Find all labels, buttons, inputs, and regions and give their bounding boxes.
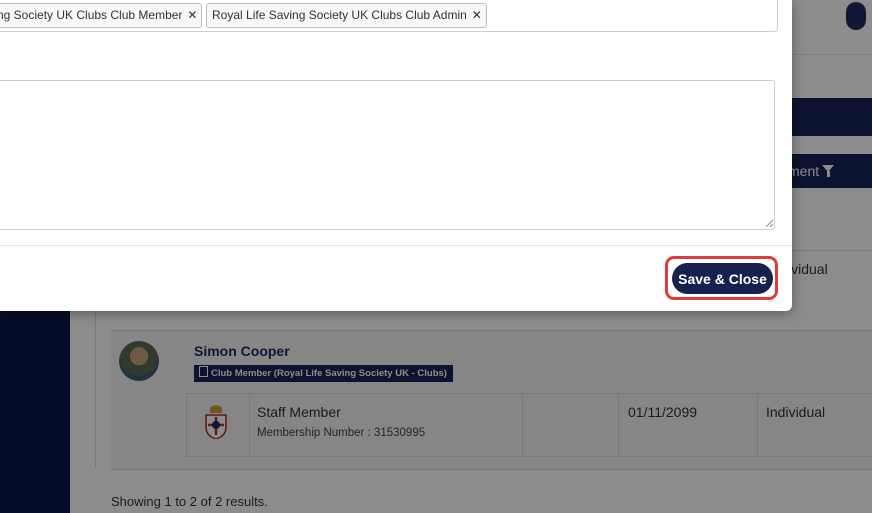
resize-grip-icon[interactable] bbox=[765, 219, 773, 227]
role-tag-label: Royal Life Saving Society UK Clubs Club … bbox=[212, 8, 467, 22]
remove-tag-icon[interactable]: ✕ bbox=[187, 8, 197, 22]
role-tag: Royal Life Saving Society UK Clubs Club … bbox=[206, 3, 487, 28]
role-tag-label: ng Society UK Clubs Club Member bbox=[0, 8, 183, 22]
edit-member-modal: ng Society UK Clubs Club Member ✕ Royal L… bbox=[0, 0, 792, 311]
modal-footer-divider bbox=[0, 245, 792, 246]
role-tag: ng Society UK Clubs Club Member ✕ bbox=[0, 3, 203, 28]
roles-tag-input[interactable]: ng Society UK Clubs Club Member ✕ Royal L… bbox=[0, 0, 778, 32]
save-close-button[interactable]: Save & Close bbox=[672, 263, 773, 294]
remove-tag-icon[interactable]: ✕ bbox=[472, 8, 482, 22]
notes-textarea[interactable] bbox=[0, 80, 775, 230]
